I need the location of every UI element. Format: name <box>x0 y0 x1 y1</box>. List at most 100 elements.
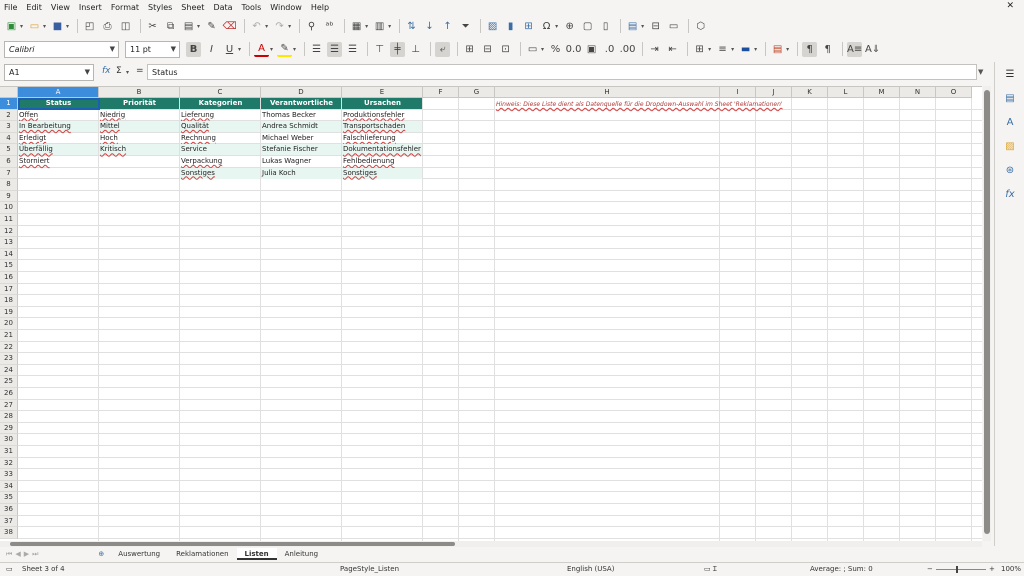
chart-icon[interactable]: ▮ <box>503 19 518 34</box>
autofilter-icon[interactable]: ⏷ <box>458 19 473 34</box>
column-header-h[interactable]: H <box>495 87 720 98</box>
menu-window[interactable]: Window <box>270 3 302 12</box>
row-header[interactable]: 6 <box>0 156 18 168</box>
table-cell[interactable]: Offen <box>18 110 98 121</box>
sidebar-menu-icon[interactable]: ☰ <box>995 62 1024 86</box>
tab-anleitung[interactable]: Anleitung <box>277 548 326 560</box>
pivot-icon[interactable]: ⊞ <box>521 19 536 34</box>
border-color-dropdown-icon[interactable]: ▾ <box>754 46 757 53</box>
table-cell[interactable]: Fehlbedienung <box>342 156 422 167</box>
borders-icon[interactable]: ⊞ <box>692 42 707 57</box>
underline-dropdown-icon[interactable]: ▾ <box>238 46 241 53</box>
next-sheet-icon[interactable]: ▶ <box>24 550 29 558</box>
row-header[interactable]: 31 <box>0 446 18 458</box>
underline-icon[interactable]: U <box>222 42 237 57</box>
row-header[interactable]: 34 <box>0 480 18 493</box>
menu-edit[interactable]: Edit <box>26 3 42 12</box>
column-header-g[interactable]: G <box>459 87 495 98</box>
menu-insert[interactable]: Insert <box>79 3 102 12</box>
header-cell[interactable]: Kategorien <box>180 98 260 109</box>
date-format-icon[interactable]: ▣ <box>584 42 599 57</box>
table-cell[interactable]: Julia Koch <box>261 167 341 179</box>
select-all-corner[interactable] <box>0 87 18 98</box>
special-char-icon[interactable]: Ω <box>539 19 554 34</box>
currency-dropdown-icon[interactable]: ▾ <box>541 46 544 53</box>
language[interactable]: English (USA) <box>567 565 614 573</box>
menu-data[interactable]: Data <box>213 3 232 12</box>
styles-icon[interactable]: A <box>995 110 1024 134</box>
print-icon[interactable]: ⎙ <box>100 19 115 34</box>
sum-summary[interactable]: Average: ; Sum: 0 <box>810 565 873 573</box>
formula-icon[interactable]: = <box>136 66 144 76</box>
table-cell[interactable]: Produktionsfehler <box>342 110 422 121</box>
row-header[interactable]: 22 <box>0 341 18 354</box>
save-dropdown-icon[interactable]: ▾ <box>66 23 69 30</box>
conditional-dropdown-icon[interactable]: ▾ <box>786 46 789 53</box>
wrap-text-icon[interactable]: ⤶ <box>435 41 451 57</box>
column-header-i[interactable]: I <box>720 87 756 98</box>
formula-input[interactable]: Status <box>147 64 977 80</box>
clear-icon[interactable]: ⌫ <box>222 19 237 34</box>
sort-desc-icon[interactable]: ↑ <box>440 19 455 34</box>
freeze-icon[interactable]: ⊟ <box>648 19 663 34</box>
row-header[interactable]: 16 <box>0 272 18 284</box>
table-cell[interactable]: Verpackung <box>180 156 260 167</box>
table-cell[interactable]: Überfällig <box>18 144 98 156</box>
find-icon[interactable]: ⚲ <box>304 19 319 34</box>
header-cell[interactable]: Ursachen <box>342 98 422 109</box>
function-wizard-icon[interactable]: fx <box>102 66 111 76</box>
row-header[interactable]: 7 <box>0 167 18 180</box>
copy-icon[interactable]: ⧉ <box>163 19 178 34</box>
zoom-slider-knob[interactable] <box>956 566 958 573</box>
increase-indent-icon[interactable]: ⇥ <box>647 42 662 57</box>
spelling-icon[interactable]: ᵃᵇ <box>322 19 337 34</box>
row-header[interactable]: 23 <box>0 353 18 365</box>
align-right-icon[interactable]: ☰ <box>345 42 360 57</box>
chevron-down-icon[interactable]: ▼ <box>110 45 115 53</box>
table-cell[interactable]: Rechnung <box>180 133 260 144</box>
rtl-icon[interactable]: ¶ <box>820 42 835 57</box>
cut-icon[interactable]: ✂ <box>145 19 160 34</box>
add-sheet-icon[interactable]: ⊕ <box>98 550 104 558</box>
save-icon[interactable]: ■ <box>50 19 65 34</box>
column-header-c[interactable]: C <box>180 87 261 98</box>
row-header[interactable]: 11 <box>0 214 18 226</box>
print-preview-icon[interactable]: ◫ <box>118 19 133 34</box>
row-icon[interactable]: ▦ <box>349 19 364 34</box>
prev-sheet-icon[interactable]: ◀ <box>15 550 20 558</box>
menu-file[interactable]: File <box>4 3 17 12</box>
row-header[interactable]: 15 <box>0 260 18 272</box>
new-icon[interactable]: ▣ <box>4 19 19 34</box>
chevron-down-icon[interactable]: ▼ <box>171 45 176 53</box>
vertical-scroll-thumb[interactable] <box>984 90 990 534</box>
table-cell[interactable]: Niedrig <box>99 110 179 121</box>
functions-icon[interactable]: fx <box>995 182 1024 206</box>
column-header-l[interactable]: L <box>828 87 864 98</box>
vertical-scrollbar[interactable] <box>983 86 991 541</box>
properties-icon[interactable]: ▤ <box>995 86 1024 110</box>
zoom-level[interactable]: 100% <box>1001 565 1021 573</box>
zoom-in-icon[interactable]: + <box>989 565 995 573</box>
tab-auswertung[interactable]: Auswertung <box>110 548 168 560</box>
row-header[interactable]: 26 <box>0 388 18 400</box>
header-cell[interactable]: Priorität <box>99 98 179 109</box>
text-vertical-icon[interactable]: A⇓ <box>865 42 880 57</box>
menu-format[interactable]: Format <box>111 3 139 12</box>
redo-dropdown-icon[interactable]: ▾ <box>288 23 291 30</box>
text-horizontal-icon[interactable]: A≡ <box>847 41 862 57</box>
row-header[interactable]: 5 <box>0 144 18 156</box>
table-cell[interactable]: Transportschaden <box>342 121 422 133</box>
row-header[interactable]: 36 <box>0 504 18 516</box>
sum-dropdown-icon[interactable]: ▾ <box>126 69 129 76</box>
table-cell[interactable]: Qualität <box>180 121 260 133</box>
row-header[interactable]: 12 <box>0 225 18 238</box>
split-icon[interactable]: ▭ <box>666 19 681 34</box>
sort-asc-icon[interactable]: ↓ <box>422 19 437 34</box>
highlight-icon[interactable]: ✎ <box>277 42 293 57</box>
paste-icon[interactable]: ▤ <box>181 19 196 34</box>
currency-icon[interactable]: ▭ <box>525 42 540 57</box>
row-header[interactable]: 28 <box>0 411 18 423</box>
clone-icon[interactable]: ✎ <box>204 19 219 34</box>
column-header-j[interactable]: J <box>756 87 792 98</box>
row-header[interactable]: 4 <box>0 132 18 145</box>
